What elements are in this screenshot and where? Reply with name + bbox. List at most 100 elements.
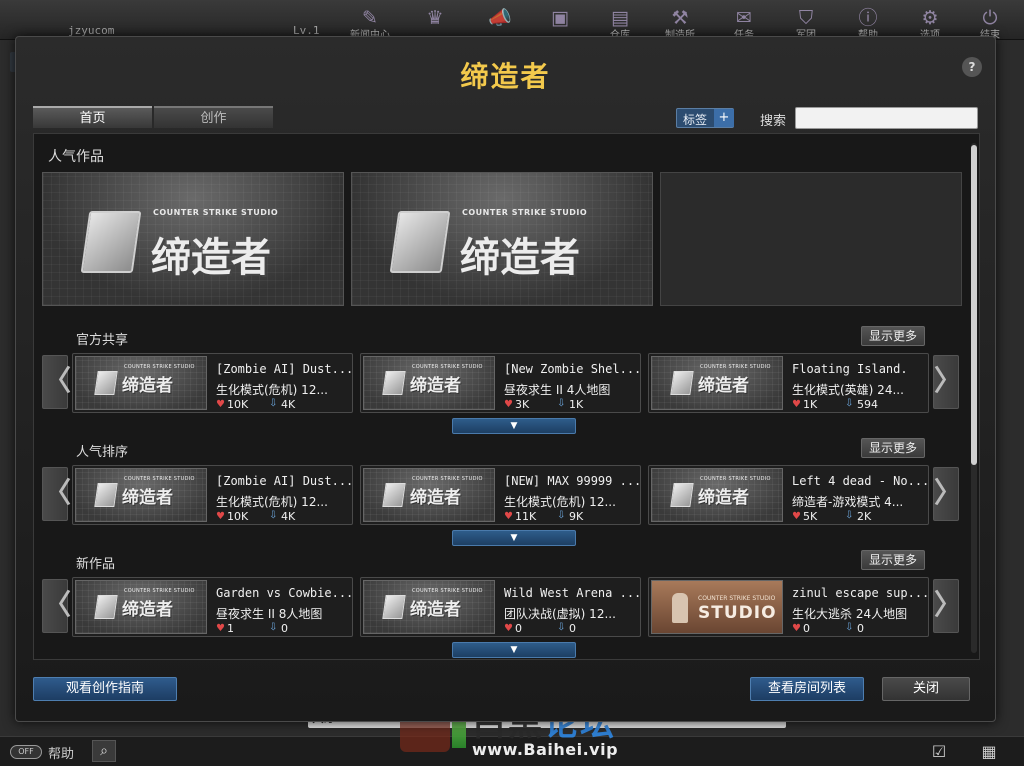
map-card[interactable]: COUNTER STRIKE STUDIO 缔造者 Garden vs Cowbie… xyxy=(72,577,353,637)
featured-banner-1[interactable]: COUNTER STRIKE STUDIO 缔造者 xyxy=(42,172,344,306)
crown-icon: ♛ xyxy=(426,7,444,29)
search-input[interactable] xyxy=(795,107,978,129)
chevron-left-icon[interactable]: 〈 xyxy=(42,467,71,521)
download-icon: ⇩ xyxy=(557,510,566,521)
thumb-logo-name: 缔造者 xyxy=(698,488,749,508)
expand-button[interactable]: ▼ xyxy=(452,530,576,546)
nav-crown[interactable]: ♛ xyxy=(405,2,465,40)
nav-edit[interactable]: ✎新闻中心 xyxy=(340,2,400,41)
map-card[interactable]: COUNTER STRIKE STUDIO STUDIO zinul escape … xyxy=(648,577,929,637)
thumb-logo-name: 缔造者 xyxy=(122,376,173,396)
help-button[interactable]: ? xyxy=(962,57,982,77)
heart-icon: ♥ xyxy=(216,511,225,522)
download-count: 0 xyxy=(569,622,576,635)
chevron-right-icon[interactable]: 〉 xyxy=(933,579,962,633)
thumb-logo-name: 缔造者 xyxy=(122,600,173,620)
nav-megaphone[interactable]: 📣 xyxy=(470,2,530,40)
chevron-left-icon[interactable]: 〈 xyxy=(42,355,71,409)
search-icon[interactable]: ⌕ xyxy=(92,740,116,762)
map-card[interactable]: COUNTER STRIKE STUDIO 缔造者 [NEW] MAX 99999 … xyxy=(360,465,641,525)
nav-gear[interactable]: ⚙选项 xyxy=(900,2,960,41)
map-title: [Zombie AI] Dust... xyxy=(216,362,351,376)
map-thumbnail: COUNTER STRIKE STUDIO 缔造者 xyxy=(363,468,495,522)
nav-gun[interactable]: ⚒制造所 xyxy=(650,2,710,41)
content-panel: 人气作品 COUNTER STRIKE STUDIO 缔造者 COUNTER S… xyxy=(33,133,980,660)
chevron-left-icon[interactable]: 〈 xyxy=(42,579,71,633)
banner-logo-name: 缔造者 xyxy=(460,235,580,281)
thumb-logo-name: 缔造者 xyxy=(410,376,461,396)
section-title: 人气排序 xyxy=(76,445,129,460)
tag-filter-button[interactable]: 标签 + xyxy=(676,108,734,128)
map-mode: 生化模式(危机) 12... xyxy=(216,383,328,397)
ticket-icon: ✉ xyxy=(736,7,752,29)
scrollbar-thumb[interactable] xyxy=(971,145,977,465)
tab-create[interactable]: 创作 xyxy=(154,106,273,128)
room-list-button[interactable]: 查看房间列表 xyxy=(750,677,864,701)
map-title: [New Zombie Shel... xyxy=(504,362,639,376)
thumb-caption: COUNTER STRIKE STUDIO xyxy=(698,595,776,602)
featured-banner-3[interactable] xyxy=(660,172,962,306)
chevron-right-icon[interactable]: 〉 xyxy=(933,355,962,409)
studio-logo-icon xyxy=(382,371,406,395)
show-more-button[interactable]: 显示更多 xyxy=(861,326,925,346)
map-thumbnail: COUNTER STRIKE STUDIO 缔造者 xyxy=(651,356,783,410)
nav-power[interactable]: ⏻结束 xyxy=(960,2,1020,41)
studio-logo-icon xyxy=(80,211,142,273)
expand-button[interactable]: ▼ xyxy=(452,642,576,658)
map-card[interactable]: COUNTER STRIKE STUDIO 缔造者 [Zombie AI] Dust… xyxy=(72,353,353,413)
thumb-caption: COUNTER STRIKE STUDIO xyxy=(412,588,483,594)
featured-banner-2[interactable]: COUNTER STRIKE STUDIO 缔造者 xyxy=(351,172,653,306)
watch-guide-button[interactable]: 观看创作指南 xyxy=(33,677,177,701)
studio-logo-icon xyxy=(670,371,694,395)
thumb-caption: COUNTER STRIKE STUDIO xyxy=(124,476,195,482)
calendar-check-icon[interactable]: ☑ xyxy=(926,740,952,764)
tab-home[interactable]: 首页 xyxy=(33,106,152,128)
studio-logo-icon xyxy=(382,595,406,619)
gear-icon: ⚙ xyxy=(921,7,939,29)
show-more-button[interactable]: 显示更多 xyxy=(861,438,925,458)
help-label: 帮助 xyxy=(48,747,75,762)
megaphone-icon: 📣 xyxy=(488,7,512,29)
thumb-logo-name: 缔造者 xyxy=(698,376,749,396)
map-card[interactable]: COUNTER STRIKE STUDIO 缔造者 Floating Island.… xyxy=(648,353,929,413)
close-button[interactable]: 关闭 xyxy=(882,677,970,701)
game-top-bar: jzyucom Lv.1 ✎新闻中心 ♛ 📣 ▣ ▤仓库⚒制造所✉任务⛉军团ⓘ帮助⚙选项… xyxy=(0,0,1024,41)
thumb-caption: COUNTER STRIKE STUDIO xyxy=(412,476,483,482)
map-card[interactable]: COUNTER STRIKE STUDIO 缔造者 Left 4 dead - No… xyxy=(648,465,929,525)
expand-button[interactable]: ▼ xyxy=(452,418,576,434)
heart-icon: ♥ xyxy=(792,511,801,522)
studio-logo-icon xyxy=(382,483,406,507)
map-mode: 昼夜求生 II 4人地图 xyxy=(504,383,611,397)
show-more-button[interactable]: 显示更多 xyxy=(861,550,925,570)
chevron-right-icon[interactable]: 〉 xyxy=(933,467,962,521)
map-card[interactable]: COUNTER STRIKE STUDIO 缔造者 Wild West Arena … xyxy=(360,577,641,637)
map-mode: 生化大逃杀 24人地图 xyxy=(792,607,908,621)
map-card[interactable]: COUNTER STRIKE STUDIO 缔造者 [New Zombie Shel… xyxy=(360,353,641,413)
nav-tv[interactable]: ▣ xyxy=(530,2,590,40)
like-count: 0 xyxy=(803,622,810,635)
help-toggle[interactable]: OFF xyxy=(10,745,42,759)
map-thumbnail: COUNTER STRIKE STUDIO 缔造者 xyxy=(363,356,495,410)
download-icon: ⇩ xyxy=(845,398,854,409)
map-title: [NEW] MAX 99999 ... xyxy=(504,474,639,488)
plus-icon[interactable]: + xyxy=(714,109,734,127)
download-icon: ⇩ xyxy=(557,398,566,409)
nav-alert[interactable]: ⓘ帮助 xyxy=(838,2,898,41)
map-title: Left 4 dead - No... xyxy=(792,474,927,488)
thumb-caption: COUNTER STRIKE STUDIO xyxy=(124,364,195,370)
download-icon: ⇩ xyxy=(269,510,278,521)
nav-briefcase[interactable]: ▤仓库 xyxy=(590,2,650,41)
map-card[interactable]: COUNTER STRIKE STUDIO 缔造者 [Zombie AI] Dust… xyxy=(72,465,353,525)
like-count: 1K xyxy=(803,398,818,411)
studio-dialog: 缔造者 ? 首页 创作 标签 + 搜索 人气作品 COUNTER STRIKE … xyxy=(15,36,996,722)
download-icon: ⇩ xyxy=(269,622,278,633)
heart-icon: ♥ xyxy=(216,399,225,410)
film-icon[interactable]: ▦ xyxy=(976,740,1002,764)
nav-ticket[interactable]: ✉任务 xyxy=(714,2,774,41)
like-count: 5K xyxy=(803,510,818,523)
nav-shield[interactable]: ⛉军团 xyxy=(776,2,836,41)
heart-icon: ♥ xyxy=(504,623,513,634)
studio-logo-icon xyxy=(94,595,118,619)
search-label: 搜索 xyxy=(760,114,787,129)
popular-heading: 人气作品 xyxy=(48,149,104,165)
